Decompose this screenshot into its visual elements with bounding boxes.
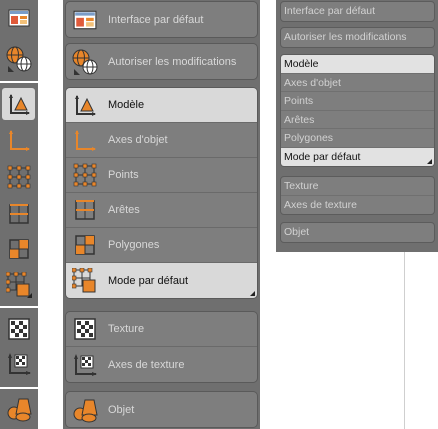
modifications-group: Autoriser les modifications (65, 43, 258, 80)
button-label: Axes de texture (108, 358, 185, 371)
allow-modifications-item[interactable]: Autoriser les modifications (281, 28, 434, 47)
points-button[interactable] (2, 161, 35, 193)
object-button[interactable]: Objet (66, 392, 257, 427)
texture-axes-button[interactable] (2, 348, 35, 380)
polygons-button[interactable]: Polygones (66, 228, 257, 263)
object-axes-icon (8, 130, 30, 151)
texture-button[interactable]: Texture (66, 312, 257, 347)
points-icon (70, 160, 100, 190)
button-label: Mode par défaut (108, 274, 189, 287)
edges-icon (70, 195, 100, 225)
texture-axes-icon (70, 350, 100, 380)
texture-axes-button[interactable]: Axes de texture (66, 347, 257, 382)
button-label: Interface par défaut (108, 13, 204, 26)
dropdown-corner-icon (250, 291, 255, 296)
modifications-text-group: Autoriser les modifications (280, 27, 435, 48)
object-axes-button[interactable]: Axes d'objet (66, 123, 257, 158)
texture-item[interactable]: Texture (281, 177, 434, 196)
texture-group: Texture Axes de texture (65, 311, 258, 383)
edges-button[interactable]: Arêtes (66, 193, 257, 228)
default-mode-button[interactable]: Mode par défaut (66, 263, 257, 298)
item-label: Mode par défaut (284, 150, 361, 163)
polygons-icon (70, 230, 100, 260)
texture-text-group: Texture Axes de texture (280, 176, 435, 215)
default-interface-item[interactable]: Interface par défaut (281, 2, 434, 21)
blank-area (404, 252, 438, 429)
edges-button[interactable] (2, 198, 35, 230)
object-button[interactable] (2, 393, 35, 425)
default-mode-icon (70, 266, 100, 296)
button-label: Arêtes (108, 204, 140, 216)
button-label: Autoriser les modifications (108, 55, 237, 68)
interface-group: Interface par défaut (65, 1, 258, 38)
model-icon (8, 94, 30, 115)
default-mode-item[interactable]: Mode par défaut (281, 147, 434, 166)
interface-icon (70, 5, 100, 35)
object-text-group: Objet (280, 222, 435, 243)
dropdown-corner-icon (427, 159, 432, 164)
globe-edit-icon (6, 46, 31, 72)
default-interface-button[interactable]: Interface par défaut (66, 2, 257, 37)
polygons-item[interactable]: Polygones (281, 129, 434, 148)
model-icon (70, 90, 100, 120)
allow-modifications-button[interactable] (2, 42, 35, 75)
text-list-panel: Interface par défaut Autoriser les modif… (276, 0, 438, 252)
texture-axes-item[interactable]: Axes de texture (281, 196, 434, 215)
object-icon (7, 398, 32, 422)
object-group: Objet (65, 391, 258, 428)
polygons-button[interactable] (2, 233, 35, 265)
globe-edit-icon (70, 47, 100, 77)
points-icon (7, 165, 30, 189)
mode-group: Modèle Axes d'objet Points Arêtes Polygo… (65, 87, 258, 299)
model-mode-button[interactable] (2, 88, 35, 120)
default-mode-button[interactable] (2, 269, 35, 301)
interface-icon (8, 9, 29, 26)
button-label: Objet (108, 403, 135, 416)
model-button[interactable]: Modèle (66, 88, 257, 123)
button-label: Polygones (108, 239, 160, 251)
icon-strip-panel (0, 0, 38, 429)
labeled-buttons-panel: Interface par défaut Autoriser les modif… (63, 0, 260, 429)
model-item[interactable]: Modèle (281, 55, 434, 74)
edges-item[interactable]: Arêtes (281, 111, 434, 129)
allow-modifications-button[interactable]: Autoriser les modifications (66, 44, 257, 79)
button-label: Axes d'objet (108, 134, 168, 146)
texture-axes-icon (7, 353, 31, 375)
interface-text-group: Interface par défaut (280, 1, 435, 22)
button-label: Modèle (108, 99, 145, 111)
object-axes-icon (70, 125, 100, 155)
texture-button[interactable] (2, 313, 35, 345)
texture-icon (7, 318, 30, 340)
edges-icon (8, 204, 29, 224)
object-icon (70, 395, 100, 425)
object-item[interactable]: Objet (281, 223, 434, 242)
points-item[interactable]: Points (281, 92, 434, 111)
points-button[interactable]: Points (66, 158, 257, 193)
button-label: Points (108, 169, 139, 181)
polygons-icon (8, 239, 29, 259)
object-axes-item[interactable]: Axes d'objet (281, 74, 434, 92)
mode-text-group: Modèle Axes d'objet Points Arêtes Polygo… (280, 54, 435, 167)
interface-button[interactable] (2, 4, 35, 31)
object-axes-button[interactable] (2, 124, 35, 156)
texture-icon (70, 314, 100, 344)
default-mode-icon (5, 272, 32, 298)
button-label: Texture (108, 323, 145, 335)
